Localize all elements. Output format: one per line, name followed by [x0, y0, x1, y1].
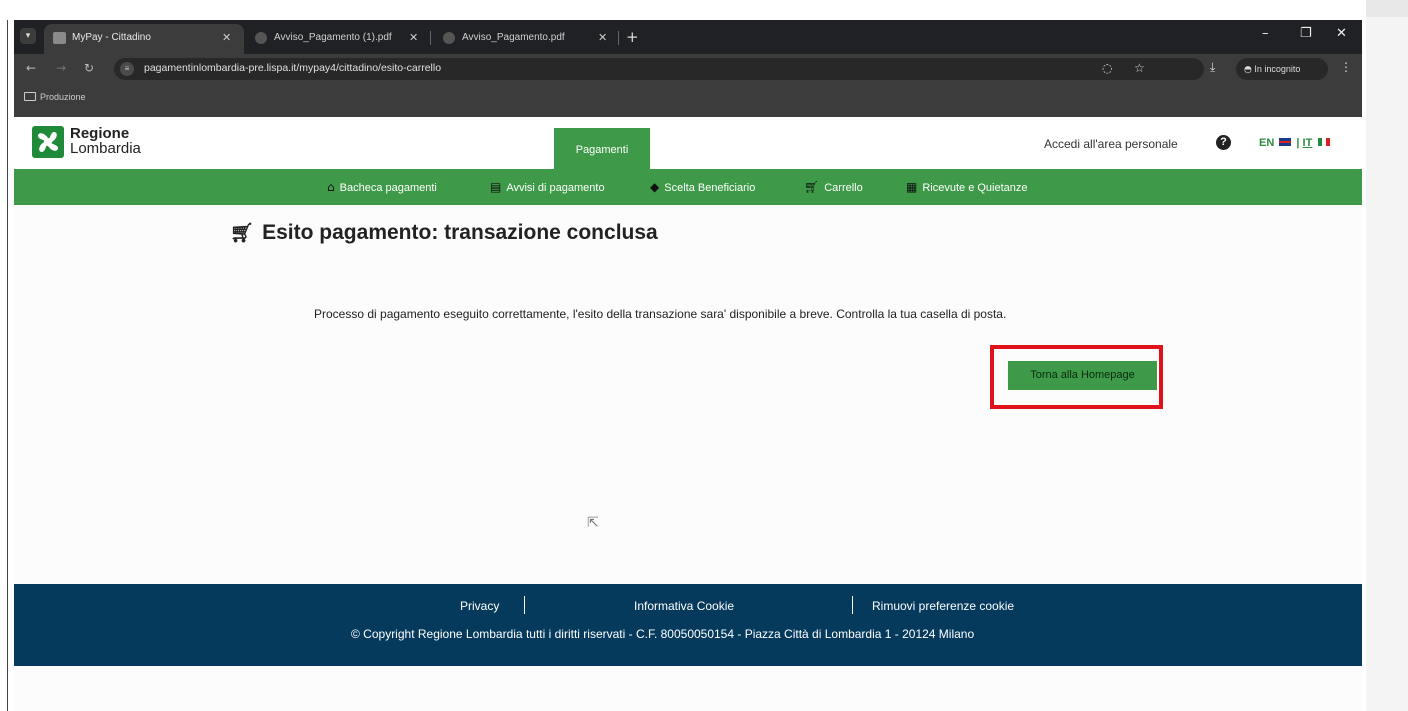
footer-separator	[852, 596, 853, 614]
nav-label: Ricevute e Quietanze	[922, 182, 1028, 194]
footer-cookie-link[interactable]: Informativa Cookie	[634, 599, 734, 613]
new-tab-button[interactable]: +	[626, 24, 639, 50]
home-icon: ⌂	[327, 180, 335, 194]
nav-avvisi-di-pagamento[interactable]: ▤ Avvisi di pagamento	[490, 180, 605, 194]
screen: ▾ MyPay - Cittadino ✕ Avviso_Pagamento (…	[0, 0, 1408, 711]
bookmark-folder-produzione[interactable]: Produzione	[24, 92, 86, 102]
tab-label: Avviso_Pagamento.pdf	[462, 32, 565, 43]
close-tab-icon[interactable]: ✕	[222, 24, 231, 52]
lombardia-rose-icon	[32, 126, 64, 158]
left-border	[7, 20, 8, 711]
lang-en-link[interactable]: EN	[1259, 137, 1274, 149]
tab-label: MyPay - Cittadino	[72, 32, 151, 43]
incognito-icon: ◓	[1244, 65, 1252, 75]
close-tab-icon[interactable]: ✕	[598, 24, 607, 52]
right-margin	[1366, 0, 1408, 711]
page-title-text: Esito pagamento: transazione conclusa	[262, 221, 658, 244]
close-tab-icon[interactable]: ✕	[409, 24, 418, 52]
mouse-cursor-icon: ⇱	[587, 515, 599, 531]
globe-icon	[255, 32, 267, 44]
nav-carrello[interactable]: 🛒︎ Carrello	[804, 180, 863, 194]
tab-avviso-1[interactable]: Avviso_Pagamento (1).pdf ✕	[246, 24, 426, 54]
nav-bacheca-pagamenti[interactable]: ⌂ Bacheca pagamenti	[327, 180, 437, 194]
site-info-icon[interactable]: ≡	[120, 62, 134, 76]
site-footer: Privacy Informativa Cookie Rimuovi prefe…	[14, 584, 1362, 666]
tab-avviso-2[interactable]: Avviso_Pagamento.pdf ✕	[434, 24, 614, 54]
tab-pagamenti[interactable]: Pagamenti	[554, 128, 650, 169]
bookmarks-bar: Produzione	[14, 84, 1362, 117]
logo-line-1: Regione	[70, 125, 130, 142]
globe-icon	[443, 32, 455, 44]
nav-scelta-beneficiario[interactable]: ◆ Scelta Beneficiario	[650, 180, 755, 194]
nav-label: Bacheca pagamenti	[339, 182, 437, 194]
bookmark-label: Produzione	[40, 92, 86, 102]
footer-remove-cookie-link[interactable]: Rimuovi preferenze cookie	[872, 599, 1014, 613]
back-to-homepage-button[interactable]: Torna alla Homepage	[1008, 361, 1157, 390]
cart-icon: 🛒︎	[804, 180, 820, 194]
language-switcher: EN | IT	[1259, 137, 1331, 149]
menu-dots-icon[interactable]: ⋮	[1340, 60, 1352, 74]
back-icon[interactable]: ←	[26, 61, 36, 75]
forward-icon[interactable]: →	[56, 61, 66, 75]
login-link[interactable]: Accedi all'area personale	[1044, 137, 1178, 151]
logo-wordmark: Regione Lombardia	[70, 126, 141, 156]
star-icon[interactable]: ☆	[1134, 61, 1145, 75]
browser-chrome: ▾ MyPay - Cittadino ✕ Avviso_Pagamento (…	[14, 20, 1362, 117]
document-icon: ▤	[490, 180, 502, 194]
cart-icon: 🛒︎	[230, 222, 255, 244]
folder-icon	[24, 92, 36, 101]
tab-separator	[430, 31, 431, 45]
page-title: 🛒︎ Esito pagamento: transazione conclusa	[230, 221, 658, 245]
tab-strip: ▾ MyPay - Cittadino ✕ Avviso_Pagamento (…	[14, 20, 1362, 54]
address-bar[interactable]: ≡ pagamentinlombardia-pre.lispa.it/mypay…	[114, 58, 1204, 80]
eye-off-icon[interactable]: ◌	[1102, 61, 1112, 75]
footer-privacy-link[interactable]: Privacy	[460, 599, 499, 613]
footer-separator	[524, 596, 525, 614]
tab-label: Avviso_Pagamento (1).pdf	[274, 32, 392, 43]
site-header: Regione Lombardia Pagamenti Accedi all'a…	[14, 117, 1362, 169]
logo-line-2: Lombardia	[70, 140, 141, 157]
receipt-icon: ▦	[906, 180, 918, 194]
lang-it-link[interactable]: IT	[1303, 137, 1313, 149]
tab-search-button[interactable]: ▾	[20, 28, 36, 44]
result-message: Processo di pagamento eseguito correttam…	[314, 307, 1007, 321]
footer-copyright: © Copyright Regione Lombardia tutti i di…	[351, 627, 975, 641]
uk-flag-icon	[1279, 138, 1292, 146]
nav-label: Avvisi di pagamento	[506, 182, 605, 194]
nav-ricevute-e-quietanze[interactable]: ▦ Ricevute e Quietanze	[906, 180, 1028, 194]
download-icon[interactable]: ⤓	[1210, 60, 1215, 75]
tag-icon: ◆	[650, 180, 660, 194]
browser-toolbar: ← → ↻ ≡ pagamentinlombardia-pre.lispa.it…	[14, 54, 1362, 84]
url-text[interactable]: pagamentinlombardia-pre.lispa.it/mypay4/…	[144, 62, 441, 74]
help-icon[interactable]: ?	[1216, 135, 1231, 150]
main-nav: ⌂ Bacheca pagamenti ▤ Avvisi di pagamento …	[14, 169, 1362, 205]
italy-flag-icon	[1318, 138, 1331, 146]
incognito-badge[interactable]: ◓ In incognito	[1236, 58, 1328, 80]
minimize-icon[interactable]: –	[1262, 26, 1269, 41]
nav-label: Carrello	[824, 182, 863, 194]
restore-icon[interactable]: ❐	[1300, 26, 1312, 41]
lang-separator: |	[1296, 137, 1300, 149]
regione-lombardia-logo[interactable]: Regione Lombardia	[32, 124, 148, 160]
nav-label: Scelta Beneficiario	[664, 182, 756, 194]
mypay-favicon-icon	[53, 32, 66, 44]
reload-icon[interactable]: ↻	[84, 61, 94, 75]
tab-separator	[618, 31, 619, 45]
web-page: Regione Lombardia Pagamenti Accedi all'a…	[14, 117, 1362, 711]
incognito-label: In incognito	[1254, 64, 1301, 74]
close-window-icon[interactable]: ✕	[1336, 26, 1347, 41]
tab-mypay[interactable]: MyPay - Cittadino ✕	[44, 24, 244, 54]
